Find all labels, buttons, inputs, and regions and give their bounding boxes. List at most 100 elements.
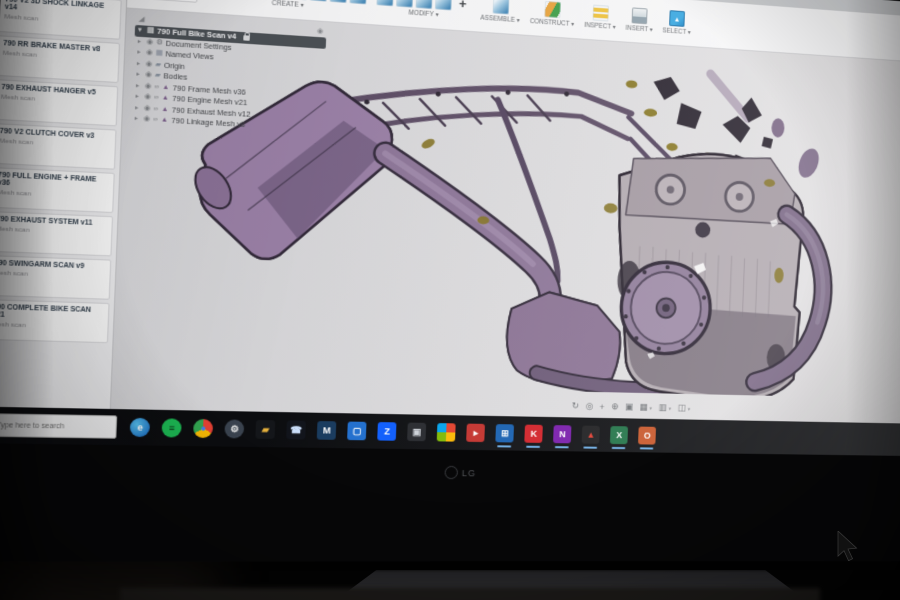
measure-icon[interactable] [592,5,608,22]
ribbon-group-label[interactable]: INSERT ▾ [625,24,653,34]
expand-icon[interactable]: ▸ [138,37,144,46]
fit-icon[interactable]: ▣ [625,402,633,413]
link-icon: ∞ [154,94,159,103]
select-icon[interactable]: ▴ [669,10,685,27]
list-item[interactable]: 790 EXHAUST HANGER v5Mesh scan [0,78,118,127]
combine-icon[interactable] [416,0,433,9]
expand-icon[interactable]: ▸ [136,81,142,90]
taskbar-acrobat-icon[interactable]: ▲ [582,426,600,444]
smooth-icon[interactable] [435,0,452,10]
taskbar-your-phone-icon[interactable]: ☎ [286,420,306,439]
expand-icon[interactable]: ▸ [137,48,143,57]
ribbon-group-select: ▴SELECT ▾ [662,10,691,37]
visibility-eye-icon[interactable]: ◉ [146,38,153,47]
ribbon-group-label[interactable]: SELECT ▾ [662,26,691,36]
ribbon-group-label[interactable]: ASSEMBLE ▾ [480,13,520,24]
link-icon: ∞ [153,116,158,125]
list-item[interactable]: 790 V2 3D SHOCK LINKAGE v14Mesh scan [0,0,122,40]
reduce-icon[interactable] [396,0,413,8]
mouse-cursor [836,531,860,561]
taskbar-store-icon[interactable]: ▢ [347,422,366,441]
ribbon-group-label[interactable]: CONSTRUCT ▾ [530,17,575,28]
ribbon-group-create: CREATE ▾ [208,0,367,14]
viewports-icon[interactable]: ◫ ▾ [678,403,691,414]
pan-icon[interactable]: + [599,402,604,412]
taskbar-photos-tile-icon[interactable] [437,423,456,442]
list-item[interactable]: 790 FULL ENGINE + FRAME v36Mesh scan [0,166,115,213]
mesh-pipe-icon[interactable] [310,0,327,2]
folder-icon: ▰ [155,72,161,81]
taskbar-photos-icon[interactable]: ▣ [407,423,426,442]
list-item[interactable]: 790 RR BRAKE MASTER v8Mesh scan [0,33,120,83]
visibility-eye-icon[interactable]: ◉ [145,71,152,80]
photo-of-monitor: { "window": { "doc_tab": "790 3D Scan v4… [0,0,900,600]
taskbar-mail-icon[interactable]: M [317,421,337,440]
display-settings-icon[interactable]: ▦ ▾ [639,402,652,413]
taskbar-excel-icon[interactable]: X [610,426,628,444]
list-item[interactable]: 790 SWINGARM SCAN v9Mesh scan [0,254,111,300]
3d-viewport[interactable]: ◢ ◉ ▾▤790 Full Bike Scan v4▸◉⚙Document S… [111,9,900,427]
taskbar-fusion-team-icon[interactable]: ⊞ [496,424,515,442]
viewport-navigation-bar: ↻ ◎ + ⊕ ▣ ▦ ▾ ▥ ▾ ◫ ▾ [572,400,691,413]
screen: ‹ T90 3D Scans ⟳ ▦ DataPeople Upload New… [0,0,900,458]
construct-plane-icon[interactable] [544,1,560,18]
ribbon-group-inspect: INSPECT ▾ [584,4,617,31]
visibility-eye-icon[interactable]: ◉ [144,104,151,113]
taskbar-onenote-icon[interactable]: N [553,425,571,443]
expand-icon[interactable]: ▸ [134,115,140,124]
look-at-icon[interactable]: ◎ [585,401,593,412]
taskbar-chrome-icon[interactable]: ● [193,419,213,438]
monitor-brand: LG [444,466,476,480]
expand-icon[interactable]: ▸ [136,70,142,79]
expand-icon[interactable]: ▸ [135,93,141,102]
taskbar-steam-icon[interactable]: ⚙ [225,419,245,438]
desk-edge [120,588,820,600]
move-icon[interactable]: + [454,0,471,12]
workspace-selector[interactable]: DESIGN ▾ [138,0,198,3]
mesh-icon: ▲ [162,83,169,92]
mesh-form-icon[interactable] [330,0,347,3]
visibility-eye-icon[interactable]: ◉ [144,93,151,102]
browser-item-label: Origin [164,61,185,71]
expand-icon[interactable]: ▸ [137,59,143,68]
visibility-eye-icon[interactable]: ◉ [145,60,152,69]
item-name: 790 COMPLETE BIKE SCAN v21 [0,304,105,322]
taskbar-ktm-app-icon[interactable]: K [525,425,544,443]
file-list: 790 V2 3D SHOCK LINKAGE v14Mesh scan790 … [0,0,126,409]
ribbon-group-modify: + MODIFY ▾ [376,0,471,21]
filter-dot-icon[interactable]: ◉ [317,27,324,36]
search-input[interactable] [0,420,100,431]
remesh-icon[interactable] [376,0,393,6]
list-item[interactable]: 790 COMPLETE BIKE SCAN v21Mesh scan [0,298,110,343]
ribbon-group-label[interactable]: CREATE ▾ [272,0,305,9]
insert-image-icon[interactable] [632,7,648,24]
orbit-icon[interactable]: ↻ [572,400,579,411]
visibility-eye-icon[interactable]: ◉ [145,82,152,91]
collapse-icon[interactable]: ◢ [138,15,144,24]
taskbar-outlook-icon[interactable]: O [638,427,656,445]
taskbar-file-explorer-icon[interactable]: ▰ [256,420,276,439]
list-item[interactable]: 790 EXHAUST SYSTEM v11Mesh scan [0,210,113,256]
taskbar-search[interactable]: ⌕ [0,413,117,439]
zoom-tool-icon[interactable]: ⊕ [611,401,618,412]
taskbar-zoom-icon[interactable]: Z [377,422,396,441]
ribbon-group-label[interactable]: INSPECT ▾ [584,21,616,31]
document-icon: ▤ [147,27,154,36]
taskbar-youtube-icon[interactable]: ▸ [466,424,485,442]
app-window: ‹ T90 3D Scans ⟳ ▦ DataPeople Upload New… [0,0,900,426]
mesh-icon: ▲ [162,94,169,103]
taskbar-edge-icon[interactable]: e [130,418,151,437]
visibility-eye-icon[interactable]: ◉ [143,115,150,124]
expand-icon[interactable]: ▸ [135,104,141,113]
grid-settings-icon[interactable]: ▥ ▾ [659,402,672,413]
new-component-icon[interactable] [492,0,509,14]
ribbon-group-label[interactable]: MODIFY ▾ [408,8,439,18]
visibility-eye-icon[interactable]: ◉ [146,49,153,58]
expand-icon[interactable]: ▾ [138,26,144,35]
taskbar-spotify-icon[interactable]: ≡ [162,418,182,437]
list-item[interactable]: 790 V2 CLUTCH COVER v3Mesh scan [0,122,117,170]
lock-icon [244,35,251,41]
mesh-insert-icon[interactable] [350,0,367,4]
views-icon: ▦ [155,49,162,58]
data-panel: ‹ T90 3D Scans ⟳ ▦ DataPeople Upload New… [0,0,130,409]
